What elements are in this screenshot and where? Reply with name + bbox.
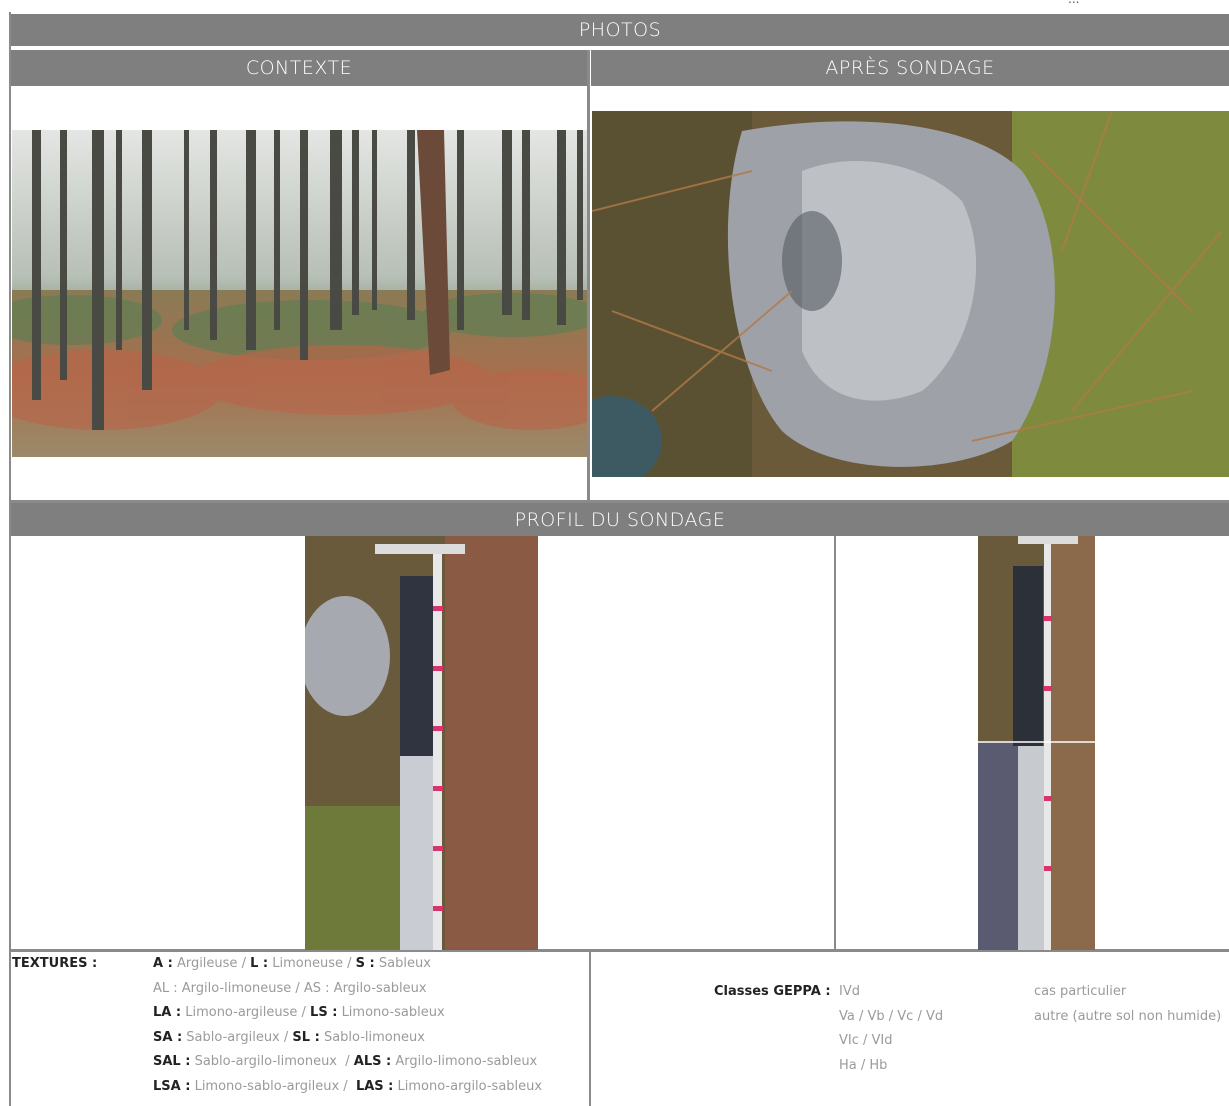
texture-name: Sableux (378, 956, 431, 971)
texture-code: S : (355, 956, 375, 971)
auger-profile-photo-small (978, 536, 1095, 950)
geppa-label: Classes GEPPA : (714, 984, 831, 999)
texture-name: Limoneuse (272, 956, 343, 971)
textures-title: TEXTURES : (12, 956, 98, 971)
texture-name: Sablo-limoneux (323, 1029, 425, 1045)
forest-photo (12, 130, 587, 457)
after-header: APRÈS SONDAGE (591, 50, 1229, 86)
texture-line: AL : Argilo-limoneuse / AS : Argilo-sabl… (153, 981, 427, 996)
texture-code: LAS : (355, 1078, 394, 1094)
legend-divider (589, 951, 591, 1106)
profile-divider (834, 536, 836, 950)
texture-separator: / (342, 956, 356, 971)
texture-code: A : (153, 956, 173, 971)
geppa-class: VIc / VId (839, 1033, 893, 1048)
geppa-class: Ha / Hb (839, 1057, 888, 1073)
texture-name: Limono-sableux (341, 1005, 445, 1020)
texture-separator: / (279, 1029, 293, 1045)
texture-name: Argileuse (176, 956, 238, 971)
texture-line: A : Argileuse / L : Limoneuse / S : Sabl… (153, 956, 431, 971)
photos-divider (587, 50, 590, 502)
context-title: CONTEXTE (245, 57, 353, 79)
texture-separator: / (337, 1054, 354, 1069)
texture-code: ALS : (353, 1054, 392, 1069)
texture-separator: / (297, 1005, 311, 1020)
texture-name: Limono-argilo-sableux (397, 1078, 543, 1094)
texture-line: SA : Sablo-argileux / SL : Sablo-limoneu… (153, 1030, 425, 1045)
soil-surface-photo (592, 111, 1229, 477)
texture-code: SAL : (153, 1054, 191, 1069)
frame-left (9, 12, 11, 1106)
texture-name: Sablo-argilo-limoneux (194, 1054, 338, 1069)
texture-separator: / (339, 1078, 356, 1094)
context-header: CONTEXTE (11, 50, 587, 86)
texture-code: LS : (310, 1005, 338, 1020)
texture-code: SA : (153, 1029, 183, 1045)
texture-code: SL : (292, 1029, 320, 1045)
geppa-class: IVd (839, 984, 860, 999)
auger-profile-photo-small-image (978, 536, 1095, 950)
texture-line: SAL : Sablo-argilo-limoneux / ALS : Argi… (153, 1054, 537, 1069)
texture-name: Limono-argileuse (185, 1005, 298, 1020)
texture-line: LA : Limono-argileuse / LS : Limono-sabl… (153, 1005, 445, 1020)
texture-code: LSA : (153, 1078, 191, 1094)
forest-photo-image (12, 130, 587, 457)
texture-name: Sablo-argileux (186, 1029, 280, 1045)
profile-header: PROFIL DU SONDAGE (11, 503, 1229, 536)
texture-code: L : (250, 956, 269, 971)
auger-profile-photo-image (305, 536, 538, 950)
texture-name: Limono-sablo-argileux (194, 1078, 340, 1094)
geppa-note: autre (autre sol non humide) (1034, 1008, 1222, 1024)
geppa-note: cas particulier (1034, 984, 1127, 999)
texture-separator: / (237, 956, 251, 971)
texture-code: LA : (153, 1005, 182, 1020)
auger-profile-photo (305, 536, 538, 950)
after-title: APRÈS SONDAGE (825, 57, 995, 79)
geppa-class: Va / Vb / Vc / Vd (839, 1008, 944, 1024)
photos-title: PHOTOS (578, 19, 662, 41)
texture-line: LSA : Limono-sablo-argileux / LAS : Limo… (153, 1079, 542, 1094)
texture-text: AL : Argilo-limoneuse / AS : Argilo-sabl… (153, 980, 427, 996)
photos-header: PHOTOS (11, 14, 1229, 46)
corner-text: ... (1068, 0, 1079, 6)
soil-surface-photo-image (592, 111, 1229, 477)
profile-title: PROFIL DU SONDAGE (514, 508, 726, 531)
texture-name: Argilo-limono-sableux (395, 1054, 538, 1069)
